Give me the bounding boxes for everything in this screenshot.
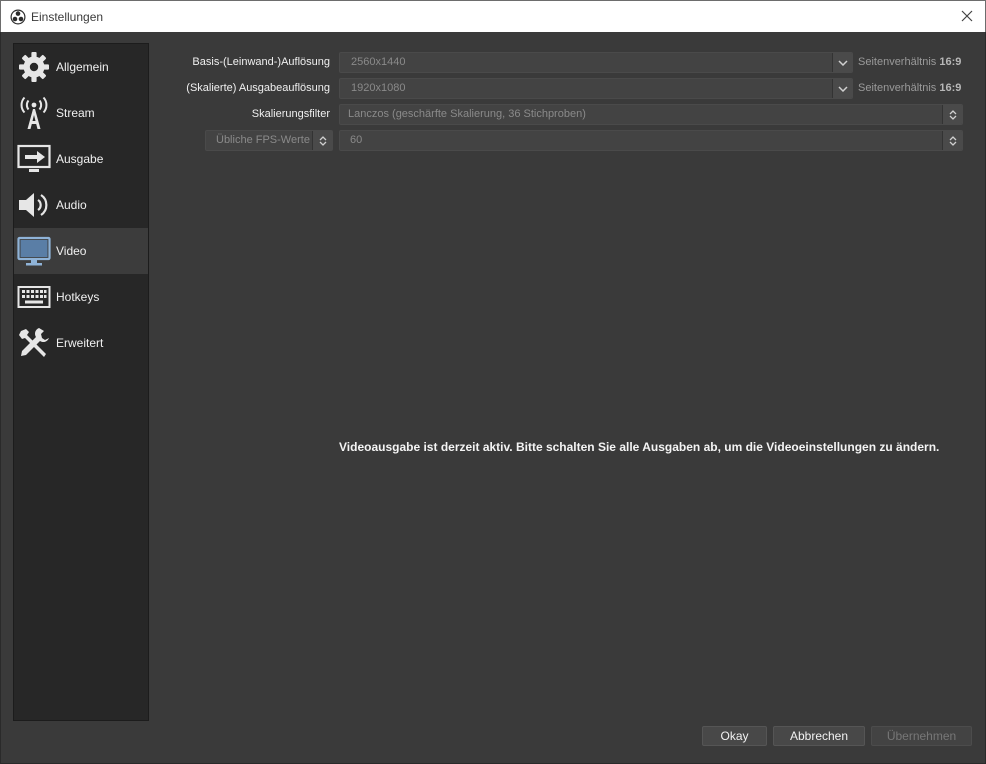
- sidebar-item-audio[interactable]: Audio: [14, 182, 148, 228]
- output-aspect-ratio: Seitenverhältnis 16:9: [858, 82, 962, 94]
- chevron-down-icon: [832, 53, 852, 72]
- scaling-filter-label: Skalierungsfilter: [251, 108, 330, 120]
- apply-button[interactable]: Übernehmen: [871, 726, 972, 746]
- output-resolution-select[interactable]: 1920x1080: [339, 78, 853, 99]
- sidebar-item-erweitert[interactable]: Erweitert: [14, 320, 148, 366]
- base-resolution-select[interactable]: 2560x1440: [339, 52, 853, 73]
- spinner-arrows-icon: [942, 131, 962, 150]
- output-resolution-label: (Skalierte) Ausgabeauflösung: [186, 82, 330, 94]
- spinner-arrows-icon: [942, 105, 962, 124]
- base-resolution-value: 2560x1440: [351, 56, 406, 68]
- speaker-icon: [19, 193, 48, 217]
- base-aspect-ratio: Seitenverhältnis 16:9: [858, 56, 962, 68]
- video-active-warning: Videoausgabe ist derzeit aktiv. Bitte sc…: [339, 440, 940, 454]
- fps-value: 60: [350, 134, 363, 146]
- sidebar-item-label: Erweitert: [56, 336, 104, 350]
- chevron-down-icon: [832, 79, 852, 98]
- tools-icon: [19, 328, 49, 357]
- keyboard-icon: [17, 286, 51, 308]
- sidebar-item-label: Ausgabe: [56, 152, 104, 166]
- spinner-arrows-icon: [312, 131, 332, 150]
- sidebar-item-label: Hotkeys: [56, 290, 100, 304]
- settings-window: Allgemein Stream Ausgabe Audio Video Hot…: [0, 32, 986, 764]
- scaling-filter-value: Lanczos (geschärfte Skalierung, 36 Stich…: [348, 108, 586, 120]
- cancel-button[interactable]: Abbrechen: [773, 726, 865, 746]
- antenna-icon: [20, 96, 48, 129]
- fps-type-select[interactable]: Übliche FPS-Werte: [205, 130, 333, 151]
- gear-icon: [19, 52, 49, 82]
- sidebar-item-label: Audio: [56, 198, 87, 212]
- close-icon[interactable]: [959, 8, 975, 24]
- settings-sidebar: Allgemein Stream Ausgabe Audio Video Hot…: [13, 43, 149, 721]
- sidebar-item-label: Video: [56, 244, 87, 258]
- sidebar-item-video[interactable]: Video: [14, 228, 148, 274]
- scaling-filter-select[interactable]: Lanczos (geschärfte Skalierung, 36 Stich…: [339, 104, 963, 125]
- base-resolution-label: Basis-(Leinwand-)Auflösung: [192, 56, 330, 68]
- fps-type-value: Übliche FPS-Werte: [216, 134, 310, 146]
- obs-logo-icon: [10, 9, 26, 25]
- sidebar-item-stream[interactable]: Stream: [14, 90, 148, 136]
- sidebar-item-hotkeys[interactable]: Hotkeys: [14, 274, 148, 320]
- monitor-icon: [17, 236, 51, 266]
- sidebar-item-label: Allgemein: [56, 60, 109, 74]
- okay-button[interactable]: Okay: [702, 726, 767, 746]
- sidebar-item-allgemein[interactable]: Allgemein: [14, 44, 148, 90]
- fps-value-select[interactable]: 60: [339, 130, 963, 151]
- window-title: Einstellungen: [31, 10, 104, 24]
- output-icon: [17, 144, 51, 172]
- sidebar-item-label: Stream: [56, 106, 95, 120]
- sidebar-item-ausgabe[interactable]: Ausgabe: [14, 136, 148, 182]
- output-resolution-value: 1920x1080: [351, 82, 406, 94]
- title-bar: Einstellungen: [0, 0, 986, 32]
